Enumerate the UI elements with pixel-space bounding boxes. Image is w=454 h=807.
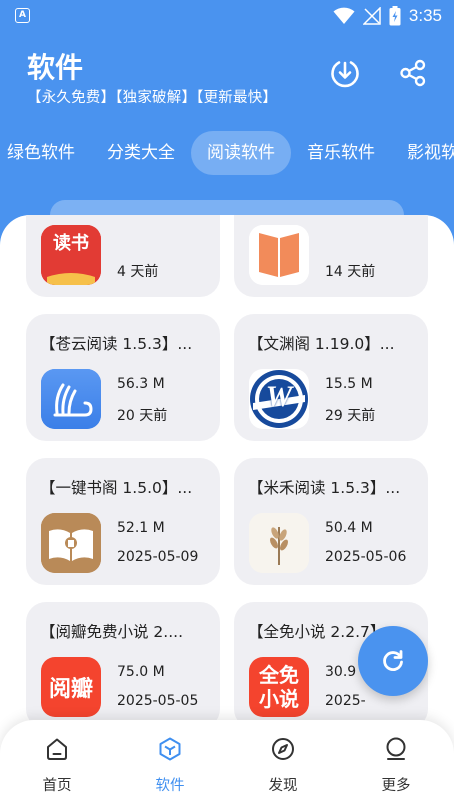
status-bar: A 3:35 [0, 0, 454, 32]
open-book-icon [41, 513, 101, 573]
app-size: 75.0 M [117, 664, 165, 680]
status-icons: 3:35 [333, 4, 442, 28]
nav-label: 发现 [268, 778, 298, 794]
app-card[interactable]: 读书 4 天前 [26, 215, 220, 297]
quanmian-icon: 全免小说 [249, 657, 309, 717]
download-button[interactable] [327, 55, 363, 91]
app-date: 2025- [325, 693, 366, 709]
page-title: 软件 [27, 51, 84, 84]
app-date: 2025-05-06 [325, 549, 407, 565]
app-date: 14 天前 [325, 264, 376, 280]
tab-reading-software[interactable]: 阅读软件 [191, 131, 291, 175]
app-icon-label: W [265, 380, 293, 413]
wheat-icon [249, 513, 309, 573]
app-notification-icon: A [15, 8, 30, 23]
app-card[interactable]: 【阅瓣免费小说 2.... 阅瓣 75.0 M 2025-05-05 [26, 602, 220, 729]
bottom-navigation: 首页 软件 发现 更多 [0, 720, 454, 807]
app-date: 4 天前 [117, 264, 159, 280]
app-size: 56.3 M [117, 376, 165, 392]
app-icon-label: 读书 [53, 233, 89, 254]
refresh-icon [383, 650, 403, 671]
download-icon [331, 61, 359, 88]
compass-icon [270, 736, 296, 762]
no-signal-icon [362, 7, 381, 25]
tab-video-software[interactable]: 影视软件 [391, 131, 454, 175]
content-panel: 读书 4 天前 14 天前 【苍云阅读 1.5.3】... 56.3 M 20 … [0, 215, 454, 807]
w-logo-icon: W [249, 369, 309, 429]
app-card-title: 【苍云阅读 1.5.3】... [40, 335, 193, 353]
battery-charging-icon [389, 6, 401, 26]
yueban-icon: 阅瓣 [41, 657, 101, 717]
app-size: 50.4 M [325, 520, 373, 536]
refresh-button[interactable] [358, 626, 428, 696]
tab-green-software[interactable]: 绿色软件 [0, 131, 91, 175]
app-size: 15.5 M [325, 376, 373, 392]
clock: 3:35 [408, 6, 442, 25]
dushu-book-icon: 读书 [41, 225, 101, 285]
app-card[interactable]: 【文渊阁 1.19.0】... W 15.5 M 29 天前 [234, 314, 428, 441]
nav-label: 更多 [381, 778, 411, 794]
nav-label: 软件 [155, 778, 185, 794]
wifi-icon [333, 7, 355, 24]
orange-book-icon [249, 225, 309, 285]
page-subtitle: 【永久免费】【独家破解】【更新最快】 [27, 90, 278, 106]
tab-music-software[interactable]: 音乐软件 [291, 131, 391, 175]
app-card-title: 【阅瓣免费小说 2.... [40, 623, 183, 641]
app-date: 2025-05-05 [117, 693, 199, 709]
share-icon [400, 59, 426, 87]
app-card-title: 【米禾阅读 1.5.3】... [248, 479, 401, 497]
app-date: 2025-05-09 [117, 549, 199, 565]
cloud-book-icon [41, 369, 101, 429]
more-user-icon [383, 736, 409, 762]
nav-label: 首页 [42, 778, 72, 794]
share-button[interactable] [395, 55, 431, 91]
home-icon [44, 736, 70, 762]
app-card[interactable]: 【一键书阁 1.5.0】... 52.1 M 2025-05-09 [26, 458, 220, 585]
app-icon-label: 阅瓣 [48, 677, 93, 702]
app-card[interactable]: 14 天前 [234, 215, 428, 297]
nav-item-software[interactable]: 软件 [130, 736, 210, 798]
app-date: 20 天前 [117, 408, 168, 424]
tab-categories[interactable]: 分类大全 [91, 131, 191, 175]
app-icon-label: 全免小说 [259, 663, 299, 711]
app-date: 29 天前 [325, 408, 376, 424]
nav-item-more[interactable]: 更多 [356, 736, 436, 798]
nav-item-home[interactable]: 首页 [17, 736, 97, 798]
category-tabs: 绿色软件 分类大全 阅读软件 音乐软件 影视软件 [0, 130, 454, 176]
app-card-title: 【一键书阁 1.5.0】... [40, 479, 193, 497]
app-card[interactable]: 【米禾阅读 1.5.3】... 50.4 M 2025-05-06 [234, 458, 428, 585]
app-size: 52.1 M [117, 520, 165, 536]
nav-item-discover[interactable]: 发现 [243, 736, 323, 798]
app-card[interactable]: 【苍云阅读 1.5.3】... 56.3 M 20 天前 [26, 314, 220, 441]
app-card-title: 【文渊阁 1.19.0】... [248, 335, 395, 353]
software-cube-icon [157, 736, 183, 762]
